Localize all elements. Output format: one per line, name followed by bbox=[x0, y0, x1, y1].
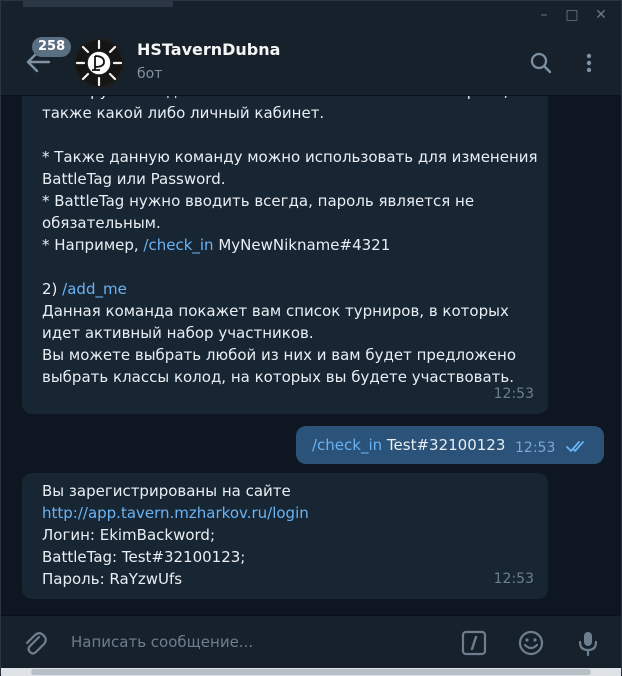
message-line bbox=[42, 256, 538, 278]
message-line: идет активный набор участников. bbox=[42, 324, 314, 342]
more-vertical-icon[interactable] bbox=[577, 51, 601, 75]
chat-title[interactable]: HSTavernDubna bbox=[137, 40, 280, 59]
message-line bbox=[42, 124, 538, 146]
microphone-icon[interactable] bbox=[574, 629, 602, 657]
chat-subtitle: бот bbox=[137, 66, 163, 82]
message-list[interactable]: планируется ведение и отслеживание стати… bbox=[1, 96, 621, 615]
maximize-icon[interactable]: □ bbox=[563, 7, 581, 23]
outgoing-message[interactable]: /check_in Test#32100123 12:53 bbox=[296, 426, 604, 464]
message-line: BattleTag или Password. bbox=[42, 170, 226, 188]
minimize-icon[interactable]: – bbox=[535, 7, 553, 23]
incoming-message[interactable]: планируется ведение и отслеживание стати… bbox=[22, 96, 548, 414]
incoming-message[interactable]: Вы зарегистрированы на сайте http://app.t… bbox=[22, 473, 548, 599]
message-link[interactable]: http://app.tavern.mzharkov.ru/login bbox=[42, 504, 309, 522]
message-line: * BattleTag нужно вводить всегда, пароль… bbox=[42, 192, 475, 210]
message-input[interactable]: Написать сообщение... bbox=[71, 633, 253, 651]
message-link[interactable]: /add_me bbox=[62, 280, 127, 298]
message-line: 2) /add_me bbox=[42, 280, 127, 298]
avatar-emblem-icon bbox=[75, 39, 123, 87]
avatar[interactable] bbox=[74, 38, 124, 88]
message-line: http://app.tavern.mzharkov.ru/login bbox=[42, 502, 309, 524]
message-line: * Также данную команду можно использоват… bbox=[42, 148, 538, 166]
message-composer: Написать сообщение... bbox=[1, 615, 621, 669]
close-icon[interactable]: ✕ bbox=[592, 7, 610, 23]
paperclip-icon[interactable] bbox=[21, 629, 49, 657]
unread-badge: 258 bbox=[32, 37, 72, 57]
message-time: 12:53 bbox=[493, 571, 534, 587]
message-text: Вы зарегистрированы на сайте http://app.t… bbox=[42, 480, 309, 590]
message-line: обязательным. bbox=[42, 214, 161, 232]
message-link[interactable]: /check_in bbox=[143, 236, 213, 254]
scrollbar-thumb[interactable] bbox=[31, 669, 591, 675]
message-line: BattleTag: Test#32100123; bbox=[42, 548, 246, 566]
command-link[interactable]: /check_in bbox=[312, 436, 382, 454]
slash-command-icon[interactable] bbox=[460, 629, 488, 657]
message-line: выбрать классы колод, на которых вы буде… bbox=[42, 368, 515, 386]
message-text: /check_in Test#32100123 bbox=[312, 436, 506, 454]
message-line: Вы можете выбрать любой из них и вам буд… bbox=[42, 346, 517, 364]
read-checkmarks-icon bbox=[566, 441, 584, 452]
message-line: также какой либо личный кабинет. bbox=[42, 104, 325, 122]
titlebar-residue bbox=[23, 1, 173, 7]
message-time: 12:53 bbox=[515, 440, 556, 456]
search-icon[interactable] bbox=[529, 51, 553, 75]
message-line: Вы зарегистрированы на сайте bbox=[42, 482, 291, 500]
chat-header: 258 HSTavernDubna бот bbox=[1, 29, 621, 96]
telegram-window: – □ ✕ 258 HSTavernDubna бот также какой … bbox=[0, 0, 622, 676]
message-line: Логин: EkimBackword; bbox=[42, 526, 215, 544]
emoji-icon[interactable] bbox=[517, 629, 545, 657]
message-line: Пароль: RaYzwUfs bbox=[42, 570, 183, 588]
window-titlebar: – □ ✕ bbox=[1, 1, 621, 29]
message-time: 12:53 bbox=[493, 386, 534, 402]
message-text: планируется ведение и отслеживание стати… bbox=[42, 96, 538, 388]
message-line: Данная команда покажет вам список турнир… bbox=[42, 302, 509, 320]
message-line: * Например, /check_in MyNewNikname#4321 bbox=[42, 236, 391, 254]
